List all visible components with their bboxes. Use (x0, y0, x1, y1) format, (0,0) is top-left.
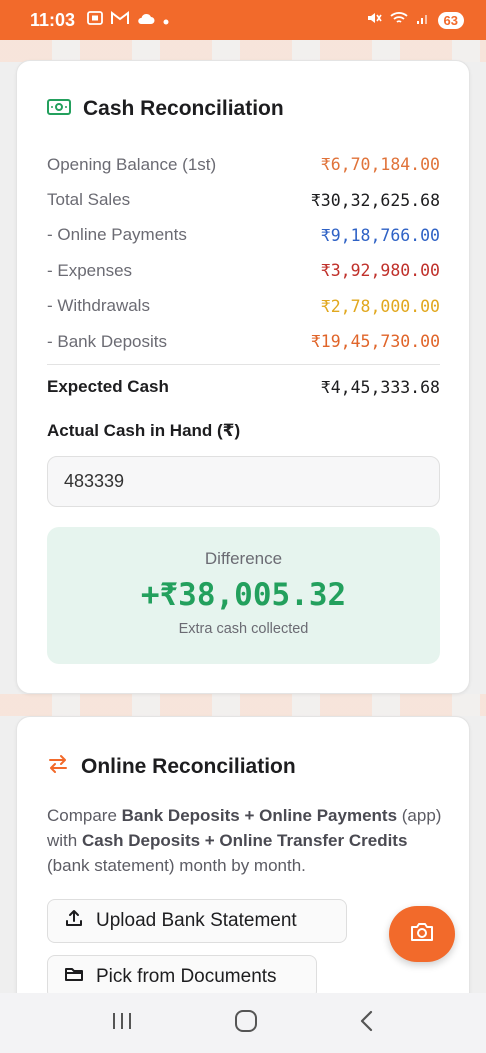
cash-reconciliation-card: Cash Reconciliation Opening Balance (1st… (16, 60, 470, 694)
wifi-icon (389, 10, 408, 30)
desc-text: Compare (47, 806, 122, 825)
upload-label: Upload Bank Statement (96, 910, 297, 931)
row-amount: ₹9,18,766.00 (320, 225, 440, 245)
row-amount: ₹6,70,184.00 (320, 155, 440, 175)
difference-value: +₹38,005.32 (140, 577, 347, 613)
online-card-title: Online Reconciliation (81, 754, 296, 778)
gmail-icon (111, 10, 130, 30)
upload-icon (64, 908, 84, 934)
status-time: 11:03 (30, 9, 76, 30)
online-description: Compare Bank Deposits + Online Payments … (47, 803, 447, 878)
cloud-icon (137, 10, 155, 30)
row-amount: ₹3,92,980.00 (320, 261, 440, 281)
camera-fab-button[interactable] (389, 906, 455, 962)
row-amount: ₹19,45,730.00 (310, 332, 440, 352)
recents-icon[interactable] (111, 1011, 133, 1036)
balance-row: - Withdrawals ₹2,78,000.00 (47, 289, 440, 324)
balance-rows: Opening Balance (1st) ₹6,70,184.00 Total… (47, 147, 440, 405)
mute-icon (366, 10, 382, 31)
navigation-bar (0, 993, 486, 1053)
row-label: Opening Balance (1st) (47, 154, 217, 174)
balance-row: Opening Balance (1st) ₹6,70,184.00 (47, 147, 440, 182)
online-reconciliation-card: Online Reconciliation Compare Bank Depos… (16, 716, 470, 1016)
balance-row: Total Sales ₹30,32,625.68 (47, 182, 440, 217)
battery-badge: 63 (437, 11, 464, 29)
background-strip (0, 694, 486, 716)
background-strip (0, 40, 486, 62)
camera-icon (409, 921, 435, 948)
desc-bold: Cash Deposits + Online Transfer Credits (81, 831, 408, 850)
cash-icon (47, 98, 71, 120)
difference-box: Difference +₹38,005.32 Extra cash collec… (47, 527, 440, 664)
upload-bank-statement-button[interactable]: Upload Bank Statement (47, 899, 347, 943)
row-amount: ₹2,78,000.00 (320, 296, 440, 316)
expected-cash-amount: ₹4,45,333.68 (320, 377, 440, 397)
balance-row: - Bank Deposits ₹19,45,730.00 (47, 324, 440, 359)
back-icon[interactable] (359, 1010, 375, 1037)
balance-row: - Expenses ₹3,92,980.00 (47, 253, 440, 288)
signal-icon (416, 10, 430, 30)
desc-bold: Bank Deposits + Online Payments (121, 806, 398, 825)
status-bar: 11:03 63 (0, 0, 486, 40)
expected-cash-label: Expected Cash (47, 377, 169, 397)
dot-icon (163, 10, 169, 30)
row-label: - Online Payments (47, 225, 187, 245)
divider (47, 364, 440, 366)
row-label: - Withdrawals (47, 296, 150, 316)
swap-arrows-icon (47, 753, 69, 780)
actual-cash-label: Actual Cash in Hand (₹) (47, 421, 241, 440)
folder-icon (64, 965, 84, 989)
row-label: Total Sales (47, 190, 131, 210)
pick-label: Pick from Documents (96, 966, 277, 987)
difference-note: Extra cash collected (178, 621, 309, 637)
balance-row: - Online Payments ₹9,18,766.00 (47, 218, 440, 253)
difference-label: Difference (204, 549, 283, 568)
cash-card-title: Cash Reconciliation (83, 97, 284, 120)
home-icon[interactable] (234, 1009, 258, 1038)
row-amount: ₹30,32,625.68 (310, 190, 440, 210)
row-label: - Bank Deposits (47, 331, 167, 351)
desc-text: (bank statement) month by month. (47, 856, 306, 875)
expected-cash-row: Expected Cash ₹4,45,333.68 (47, 369, 440, 404)
row-label: - Expenses (47, 260, 133, 280)
screenshot-icon (87, 10, 103, 30)
actual-cash-input[interactable] (47, 456, 440, 507)
